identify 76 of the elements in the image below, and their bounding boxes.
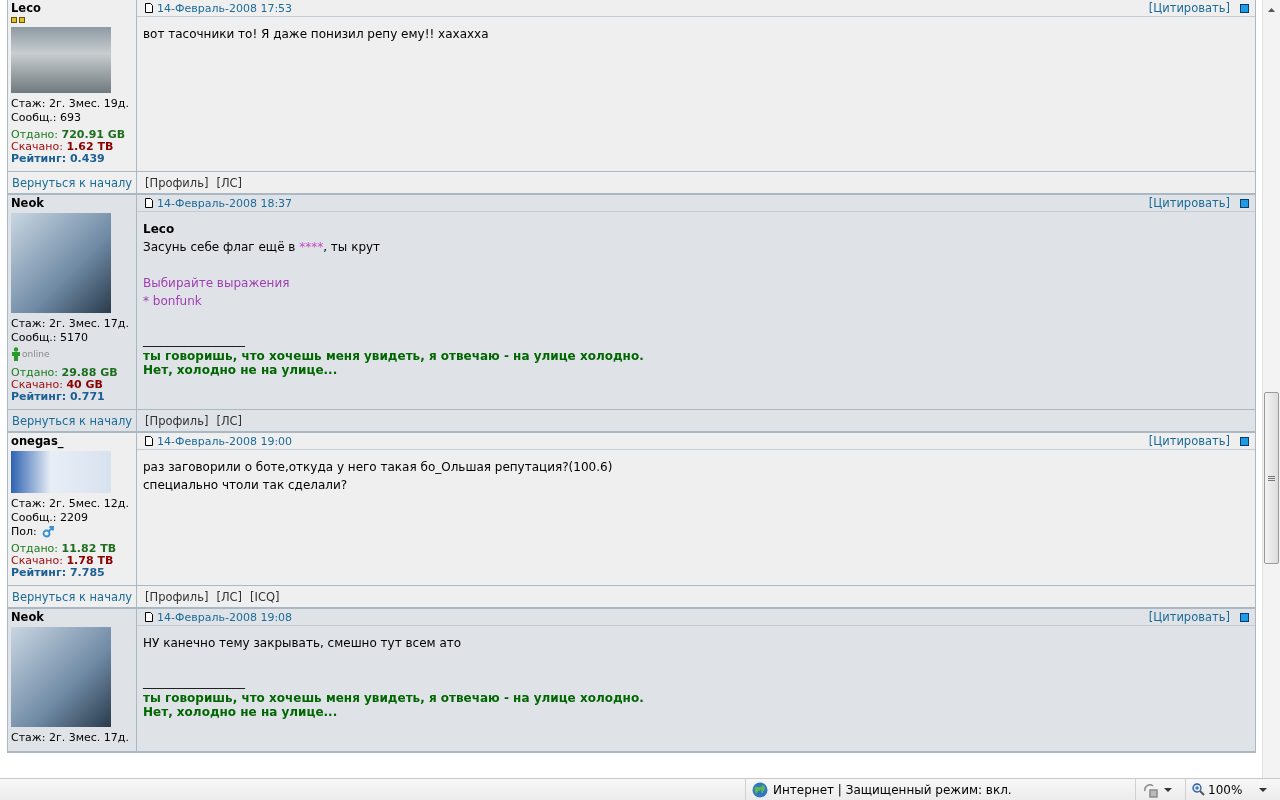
quote-author: Leco (143, 221, 176, 238)
square-icon (1240, 436, 1249, 446)
message-text: Засунь себе флаг ещё в ****, ты крут (143, 239, 382, 256)
globe-icon (752, 781, 768, 798)
back-to-top-link[interactable]: Вернуться к началу (12, 589, 133, 604)
signature-rule: _________________ (143, 334, 245, 346)
uploaded-stat: Отдано: 720.91 GB (11, 129, 127, 141)
square-icon (1240, 3, 1249, 13)
profile-link[interactable]: [Профиль] (145, 175, 209, 190)
signature-text: ты говоришь, что хочешь меня увидеть, я отвечаю - на улице холодно. (143, 691, 645, 705)
quote-link[interactable]: [Цитировать] (1148, 610, 1230, 624)
post-date: 14-Февраль-2008 19:08 (157, 610, 293, 624)
post-date: 14-Февраль-2008 18:37 (157, 196, 293, 210)
profile-stat: Сообщ.: 5170 (11, 331, 89, 345)
rating-stat: Рейтинг: 7.785 (11, 567, 106, 579)
quote-link[interactable]: [Цитировать] (1148, 1, 1230, 15)
caret-icon (1259, 787, 1268, 792)
author-name: Neok (11, 196, 45, 211)
highlighted-text: * bonfunk (143, 293, 203, 310)
signature-text: Нет, холодно не на улице... (143, 705, 339, 719)
security-zone-text: Интернет | Защищенный режим: вкл. (773, 782, 1012, 797)
document-icon (145, 198, 153, 208)
document-icon (145, 436, 153, 446)
document-icon (145, 612, 153, 622)
gender-label: Пол: (11, 525, 37, 539)
rating-stat: Рейтинг: 0.439 (11, 153, 106, 165)
profile-link[interactable]: [ICQ] (250, 589, 280, 604)
lock-icon (1142, 781, 1158, 798)
back-to-top-link[interactable]: Вернуться к началу (12, 175, 133, 190)
profile-stat: Стаж: 2г. 3мес. 19д. (11, 97, 130, 111)
author-name: Neok (11, 610, 45, 625)
post-date: 14-Февраль-2008 17:53 (157, 1, 293, 15)
message-text: вот тасочники то! Я даже понизил репу ему!! хахахха (143, 26, 490, 43)
profile-link[interactable]: [Профиль] (145, 589, 209, 604)
message-text: НУ канечно тему закрывать, смешно тут всем ато (143, 635, 463, 652)
highlighted-text: Выбирайте выражения (143, 275, 291, 292)
person-icon (11, 347, 21, 361)
profile-link[interactable]: [ЛС] (216, 589, 243, 604)
uploaded-stat: Отдано: 29.88 GB (11, 367, 119, 379)
back-to-top-link[interactable]: Вернуться к началу (12, 413, 133, 428)
profile-stat: Сообщ.: 2209 (11, 511, 89, 525)
online-status: online (22, 348, 50, 361)
profile-stat: Стаж: 2г. 3мес. 17д. (11, 317, 130, 331)
message-text: специально чтоли так сделали? (143, 477, 349, 494)
author-name: Leco (11, 1, 42, 16)
profile-stat: Стаж: 2г. 3мес. 17д. (11, 731, 130, 745)
message-text: раз заговорили о боте,откуда у него такая бо_Ольшая репутация?(100.6) (143, 459, 614, 476)
signature-text: Нет, холодно не на улице... (143, 363, 339, 377)
quote-link[interactable]: [Цитировать] (1148, 434, 1230, 448)
rating-stat: Рейтинг: 0.771 (11, 391, 106, 403)
downloaded-stat: Скачано: 40 GB (11, 379, 104, 391)
post-date: 14-Февраль-2008 19:00 (157, 434, 293, 448)
scroll-thumb[interactable] (1264, 392, 1279, 564)
document-icon (145, 3, 153, 13)
rank-icon (11, 16, 25, 24)
quote-link[interactable]: [Цитировать] (1148, 196, 1230, 210)
author-name: onegas_ (11, 434, 65, 449)
protected-mode-button[interactable] (1142, 781, 1172, 798)
profile-link[interactable]: [Профиль] (145, 413, 209, 428)
profile-link[interactable]: [ЛС] (216, 413, 243, 428)
square-icon (1240, 612, 1249, 622)
scroll-up-icon (1268, 8, 1275, 12)
downloaded-stat: Скачано: 1.62 TB (11, 141, 115, 153)
square-icon (1240, 198, 1249, 208)
grip-icon (1268, 474, 1275, 482)
signature-text: ты говоришь, что хочешь меня увидеть, я отвечаю - на улице холодно. (143, 349, 645, 363)
uploaded-stat: Отдано: 11.82 TB (11, 543, 118, 555)
signature-rule: _________________ (143, 676, 245, 688)
caret-icon (1164, 787, 1172, 792)
male-icon (41, 526, 54, 538)
zoom-button[interactable]: 100% (1192, 782, 1268, 797)
profile-stat: Стаж: 2г. 5мес. 12д. (11, 497, 130, 511)
downloaded-stat: Скачано: 1.78 TB (11, 555, 115, 567)
zoom-icon (1192, 783, 1205, 796)
profile-link[interactable]: [ЛС] (216, 175, 243, 190)
profile-stat: Сообщ.: 693 (11, 111, 82, 125)
